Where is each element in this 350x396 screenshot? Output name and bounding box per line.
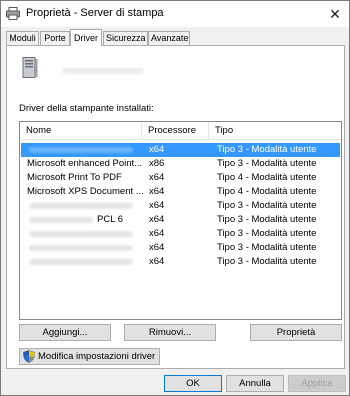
tab-strip: Moduli Porte Driver Sicurezza Avanzate (6, 29, 346, 46)
tab-sicurezza[interactable]: Sicurezza (103, 31, 148, 45)
row-processor: x86 (149, 158, 165, 169)
tab-porte[interactable]: Porte (40, 31, 70, 45)
table-row[interactable]: x64 Tipo 3 - Modalità utente (21, 241, 340, 255)
row-type: Tipo 3 - Modalità utente (217, 214, 317, 225)
row-processor: x64 (149, 144, 165, 155)
row-processor: x64 (149, 186, 165, 197)
driver-tab-panel: Driver della stampante installati: Nome … (6, 45, 345, 369)
table-row[interactable]: Microsoft XPS Document ... x64 Tipo 4 - … (21, 185, 340, 199)
row-type: Tipo 3 - Modalità utente (217, 256, 317, 267)
row-processor: x64 (149, 242, 165, 253)
cancel-button[interactable]: Annulla (226, 375, 284, 392)
driver-name-redacted (29, 147, 133, 153)
row-processor: x64 (149, 214, 165, 225)
row-name-suffix: PCL 6 (97, 214, 124, 225)
printer-icon (6, 7, 20, 20)
tab-avanzate[interactable]: Avanzate (148, 31, 190, 45)
table-row[interactable]: Microsoft enhanced Point... x86 Tipo 3 -… (21, 157, 340, 171)
driver-name-redacted (29, 259, 133, 265)
row-type: Tipo 3 - Modalità utente (217, 242, 317, 253)
properties-button[interactable]: Proprietà (250, 324, 342, 341)
row-processor: x64 (149, 200, 165, 211)
apply-button[interactable]: Applica (288, 375, 346, 392)
row-name: Microsoft XPS Document ... (27, 186, 144, 197)
table-row[interactable]: Microsoft Print To PDF x64 Tipo 4 - Moda… (21, 171, 340, 185)
server-icon (22, 57, 38, 79)
row-processor: x64 (149, 256, 165, 267)
close-icon[interactable]: ✕ (323, 3, 347, 25)
drivers-list[interactable]: Nome Processore Tipo x64 Tipo 3 - Modali… (19, 121, 342, 320)
change-driver-settings-label: Modifica impostazioni driver (38, 351, 156, 362)
driver-name-redacted (29, 217, 93, 223)
tab-driver[interactable]: Driver (70, 29, 102, 46)
row-name: Microsoft enhanced Point... (27, 158, 143, 169)
properties-dialog: Proprietà - Server di stampa ✕ Moduli Po… (0, 0, 350, 396)
window-title: Proprietà - Server di stampa (26, 7, 164, 19)
remove-button[interactable]: Rimuovi... (124, 324, 216, 341)
table-row[interactable]: PCL 6 x64 Tipo 3 - Modalità utente (21, 213, 340, 227)
row-processor: x64 (149, 172, 165, 183)
column-header-type[interactable]: Tipo (209, 122, 341, 140)
column-header-processor[interactable]: Processore (142, 122, 209, 140)
tab-moduli[interactable]: Moduli (6, 31, 39, 45)
table-row[interactable]: x64 Tipo 3 - Modalità utente (21, 143, 340, 157)
change-driver-settings-button[interactable]: Modifica impostazioni driver (19, 348, 160, 365)
row-type: Tipo 3 - Modalità utente (217, 228, 317, 239)
row-name: Microsoft Print To PDF (27, 172, 122, 183)
ok-button[interactable]: OK (164, 375, 222, 392)
row-type: Tipo 3 - Modalità utente (217, 158, 317, 169)
list-header: Nome Processore Tipo (20, 122, 341, 140)
add-button[interactable]: Aggiungi... (19, 324, 111, 341)
uac-shield-icon (23, 350, 35, 363)
driver-name-redacted (29, 245, 133, 251)
title-bar: Proprietà - Server di stampa ✕ (1, 1, 349, 27)
driver-name-redacted (29, 203, 133, 209)
table-row[interactable]: x64 Tipo 3 - Modalità utente (21, 199, 340, 213)
table-row[interactable]: x64 Tipo 3 - Modalità utente (21, 255, 340, 269)
row-type: Tipo 4 - Modalità utente (217, 172, 317, 183)
column-header-name[interactable]: Nome (20, 122, 142, 140)
row-processor: x64 (149, 228, 165, 239)
row-type: Tipo 4 - Modalità utente (217, 186, 317, 197)
table-row[interactable]: x64 Tipo 3 - Modalità utente (21, 227, 340, 241)
row-type: Tipo 3 - Modalità utente (217, 200, 317, 211)
row-type: Tipo 3 - Modalità utente (217, 144, 317, 155)
driver-name-redacted (29, 231, 133, 237)
server-name-redacted (62, 68, 144, 74)
installed-drivers-label: Driver della stampante installati: (19, 103, 154, 114)
